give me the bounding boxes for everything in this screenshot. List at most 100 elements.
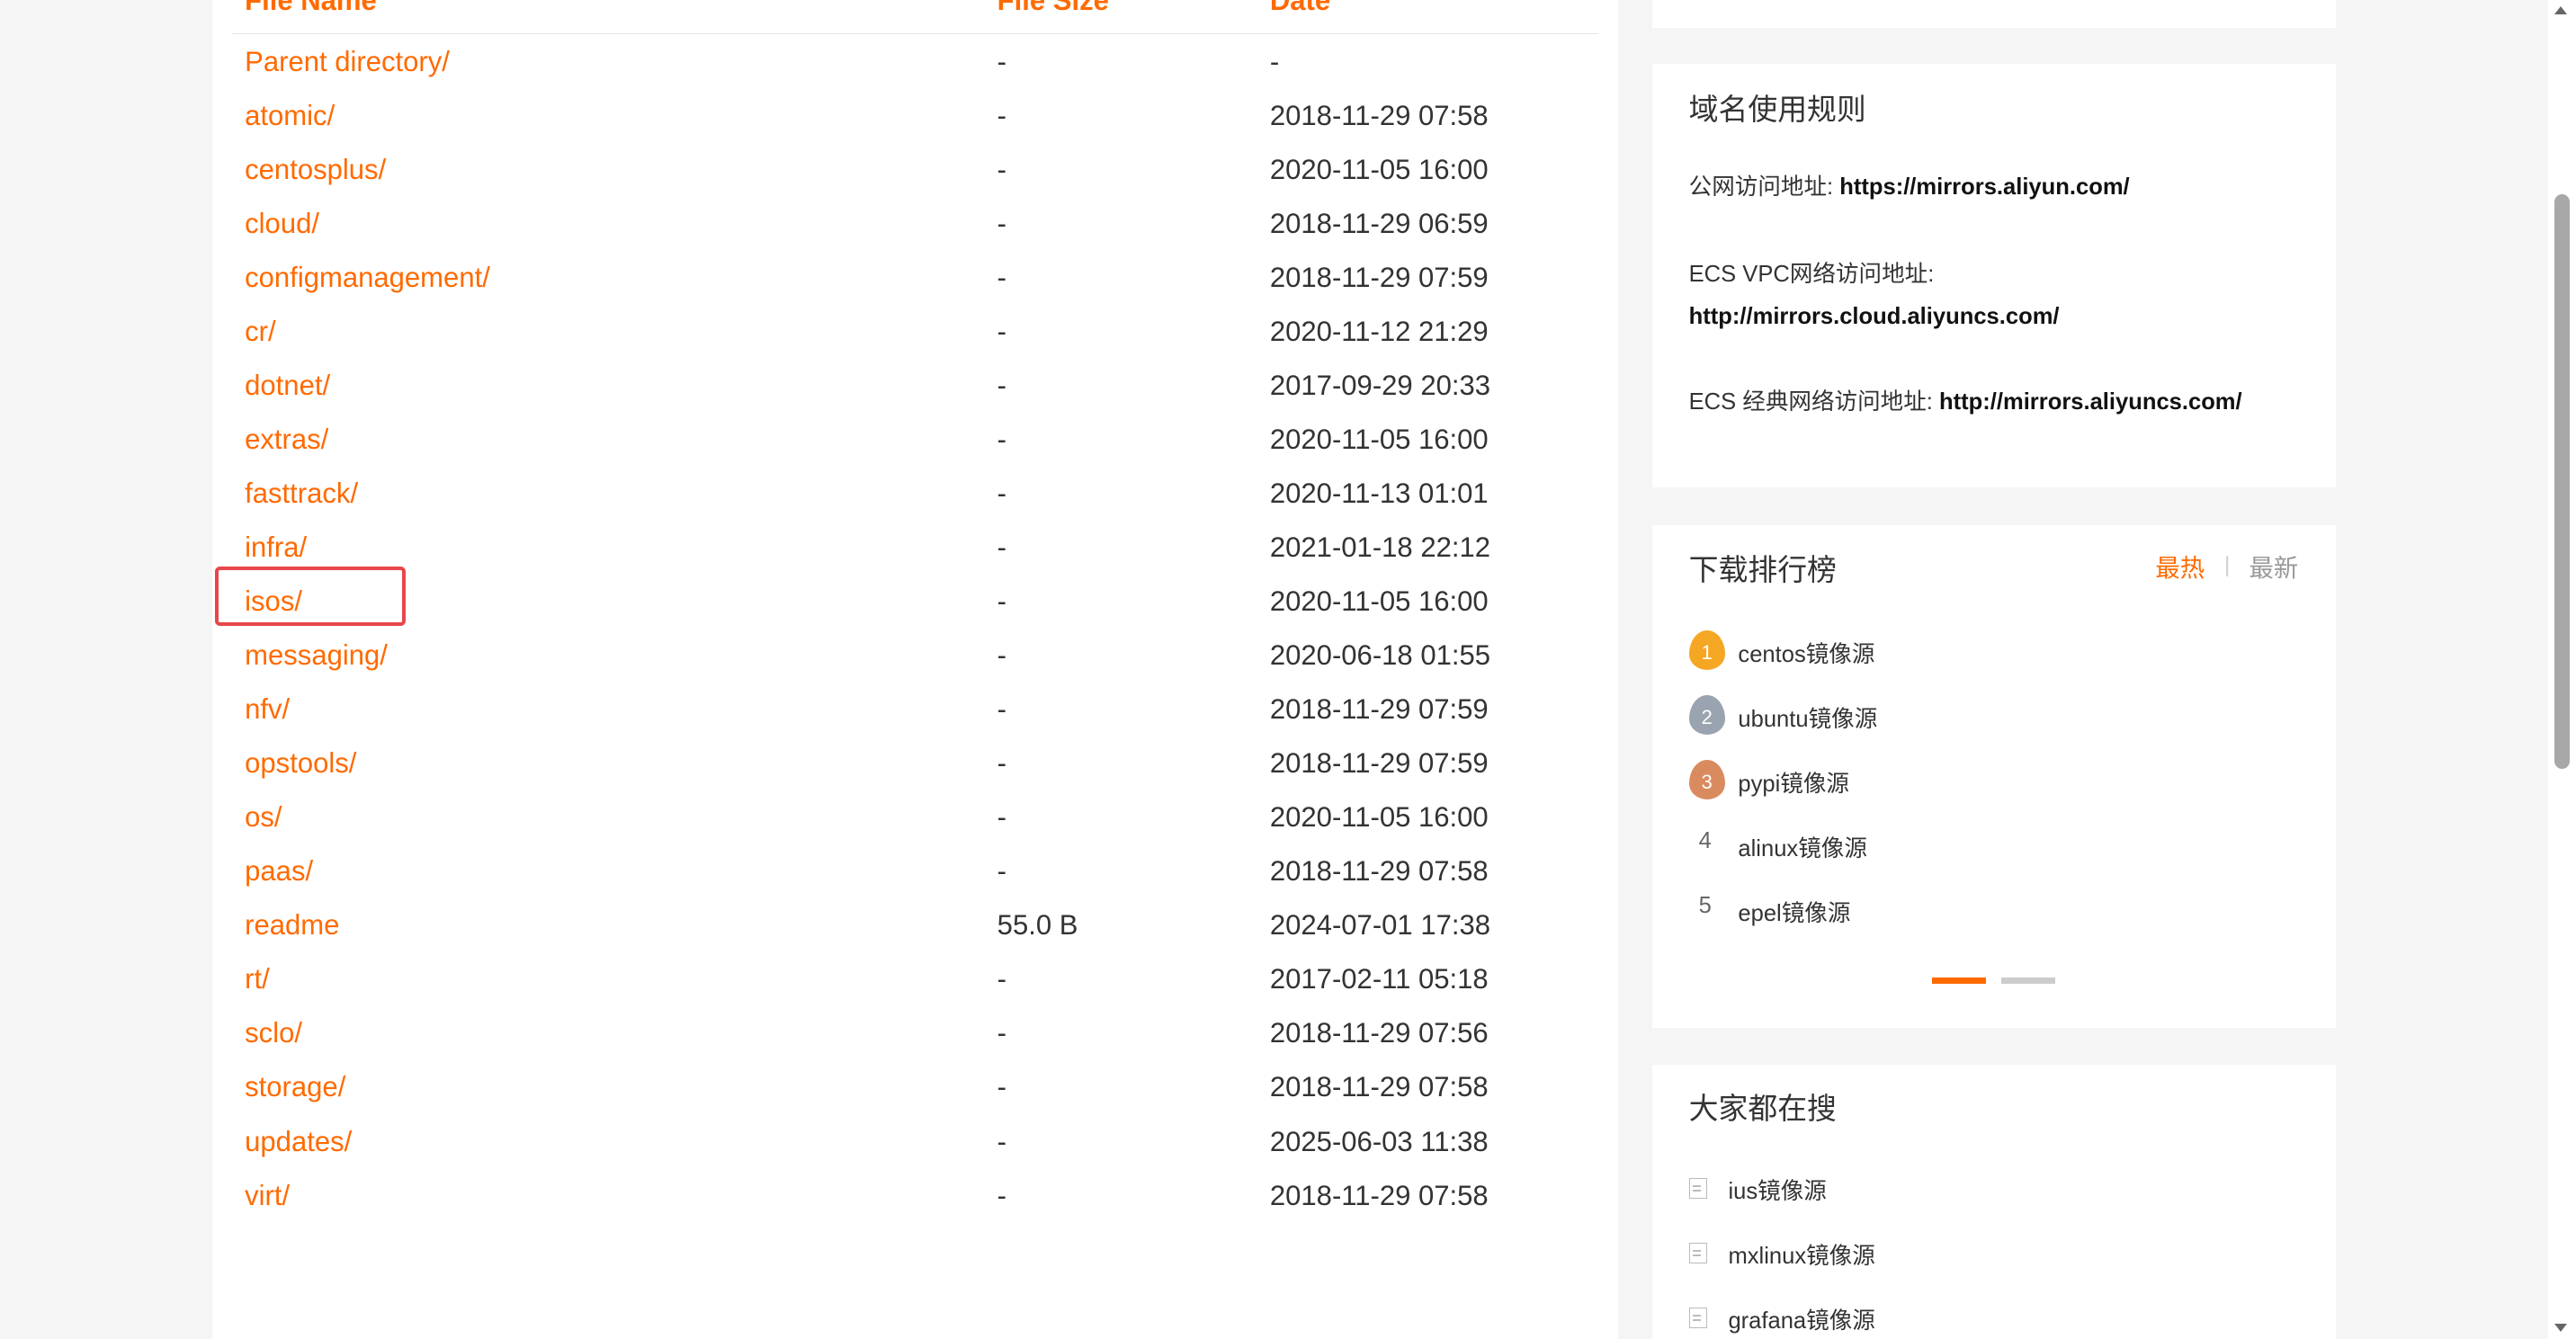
file-link[interactable]: atomic/ [245, 100, 335, 133]
ranking-item[interactable]: 5 epel镜像源 [1689, 889, 2281, 932]
file-link[interactable]: extras/ [245, 424, 328, 457]
rank-medal-icon: 1 [1688, 630, 1725, 671]
popular-search-label: mxlinux镜像源 [1728, 1244, 1875, 1270]
file-date: 2017-02-11 05:18 [1269, 963, 1489, 995]
file-size: - [997, 100, 1007, 132]
vpc-address-url: http://mirrors.cloud.aliyuncs.com/ [1688, 304, 2060, 330]
popular-search-item[interactable]: ius镜像源 [1688, 1173, 2182, 1209]
domain-rules-title: 域名使用规则 [1688, 93, 1866, 127]
table-row: storage/ - 2018-11-29 07:58 [232, 1071, 1599, 1125]
table-row: os/ - 2020-11-05 16:00 [232, 801, 1599, 855]
table-row: readme 55.0 B 2024-07-01 17:38 [232, 909, 1599, 963]
scroll-down-icon[interactable] [2554, 1324, 2568, 1333]
file-size: - [997, 262, 1007, 294]
file-link[interactable]: configmanagement/ [245, 262, 490, 295]
file-size: - [997, 1071, 1007, 1103]
ranking-item-label: epel镜像源 [1738, 900, 1851, 926]
tab-hot[interactable]: 最热 [2155, 552, 2205, 585]
file-size: 55.0 B [997, 909, 1078, 942]
file-link[interactable]: readme [245, 909, 339, 942]
table-row: rt/ - 2017-02-11 05:18 [232, 963, 1599, 1017]
scrollbar[interactable] [2547, 0, 2576, 1339]
rank-medal-icon: 3 [1688, 760, 1725, 800]
header-date[interactable]: Date [1270, 0, 1330, 16]
file-link[interactable]: Parent directory/ [245, 46, 450, 79]
header-file-size[interactable]: File Size [997, 0, 1109, 16]
header-file-name[interactable]: File Name [245, 0, 377, 16]
file-link[interactable]: paas/ [245, 855, 313, 888]
file-size: - [997, 531, 1007, 564]
file-size: - [997, 370, 1007, 402]
file-date: 2021-01-18 22:12 [1269, 531, 1491, 564]
table-row: dotnet/ - 2017-09-29 20:33 [232, 370, 1599, 424]
domain-rules-card: 域名使用规则 公网访问地址: https://mirrors.aliyun.co… [1652, 64, 2337, 488]
carousel-dot-2[interactable] [2000, 977, 2055, 985]
file-date: 2020-11-05 16:00 [1269, 801, 1489, 834]
popular-search-item[interactable]: mxlinux镜像源 [1688, 1237, 2182, 1273]
file-link[interactable]: opstools/ [245, 747, 356, 781]
table-row: paas/ - 2018-11-29 07:58 [232, 855, 1599, 909]
file-link[interactable]: isos/ [245, 585, 302, 619]
file-link[interactable]: updates/ [245, 1126, 352, 1159]
tab-new[interactable]: 最新 [2249, 552, 2298, 585]
public-address: 公网访问地址: https://mirrors.aliyun.com/ [1689, 173, 2130, 202]
file-size: - [997, 1125, 1007, 1157]
file-date: 2025-06-03 11:38 [1269, 1125, 1489, 1157]
file-date: 2018-11-29 06:59 [1269, 208, 1489, 240]
file-link[interactable]: storage/ [245, 1071, 345, 1104]
ranking-item-label: pypi镜像源 [1738, 771, 1849, 797]
file-size: - [997, 585, 1007, 618]
classic-address-url: http://mirrors.aliyuncs.com/ [1939, 389, 2242, 415]
scroll-up-icon[interactable] [2554, 6, 2568, 15]
file-link[interactable]: centosplus/ [245, 154, 386, 187]
download-ranking-card: 下载排行榜 最热 | 最新 1 centos镜像源 2 ubuntu镜像源 3 pypi镜… [1652, 525, 2337, 1029]
top-card [1652, 0, 2337, 29]
ranking-item[interactable]: 3 pypi镜像源 [1688, 760, 2281, 802]
file-date: 2018-11-29 07:58 [1269, 855, 1489, 888]
file-date: 2018-11-29 07:58 [1269, 1179, 1489, 1211]
file-size: - [997, 1017, 1007, 1049]
carousel-dot-1[interactable] [1931, 977, 1987, 985]
ranking-item[interactable]: 4 alinux镜像源 [1689, 825, 2281, 867]
table-row: messaging/ - 2020-06-18 01:55 [232, 639, 1599, 693]
file-size: - [997, 693, 1007, 726]
file-date: 2018-11-29 07:56 [1269, 1017, 1489, 1049]
rank-number: 5 [1698, 892, 1712, 918]
popular-search-label: ius镜像源 [1728, 1179, 1827, 1205]
scroll-thumb[interactable] [2554, 193, 2570, 769]
ranking-title: 下载排行榜 [1688, 552, 1837, 586]
table-row: fasttrack/ - 2020-11-13 01:01 [232, 478, 1599, 531]
file-link[interactable]: dotnet/ [245, 370, 330, 403]
table-row: virt/ - 2018-11-29 07:58 [232, 1180, 1599, 1234]
ranking-item[interactable]: 2 ubuntu镜像源 [1688, 695, 2281, 737]
ranking-item-label: alinux镜像源 [1738, 835, 1867, 861]
file-size: - [997, 478, 1007, 510]
file-link[interactable]: rt/ [245, 963, 270, 996]
file-link[interactable]: virt/ [245, 1180, 290, 1213]
classic-address: ECS 经典网络访问地址: http://mirrors.aliyuncs.co… [1689, 388, 2242, 417]
file-link[interactable]: infra/ [245, 531, 307, 565]
file-link[interactable]: fasttrack/ [245, 478, 358, 511]
file-link[interactable]: cloud/ [245, 208, 319, 241]
file-link[interactable]: cr/ [245, 316, 276, 349]
vpc-address-label: ECS VPC网络访问地址: [1688, 261, 1935, 287]
document-icon [1688, 1242, 1707, 1264]
public-address-url: https://mirrors.aliyun.com/ [1839, 174, 2130, 200]
file-link[interactable]: os/ [245, 801, 282, 835]
file-date: 2020-11-12 21:29 [1269, 316, 1489, 348]
file-link[interactable]: messaging/ [245, 639, 388, 673]
table-row: isos/ - 2020-11-05 16:00 [232, 585, 1599, 639]
file-size: - [997, 316, 1007, 348]
file-date: 2020-11-05 16:00 [1269, 424, 1489, 456]
file-size: - [997, 154, 1007, 186]
table-row: configmanagement/ - 2018-11-29 07:59 [232, 262, 1599, 316]
file-size: - [997, 963, 1007, 995]
file-link[interactable]: nfv/ [245, 693, 290, 727]
file-link[interactable]: sclo/ [245, 1017, 302, 1050]
popular-search-item[interactable]: grafana镜像源 [1688, 1302, 2182, 1338]
document-icon [1688, 1177, 1707, 1200]
ranking-item[interactable]: 1 centos镜像源 [1688, 630, 2281, 673]
file-size: - [997, 46, 1007, 78]
file-size: - [997, 801, 1007, 834]
file-size: - [997, 208, 1007, 240]
